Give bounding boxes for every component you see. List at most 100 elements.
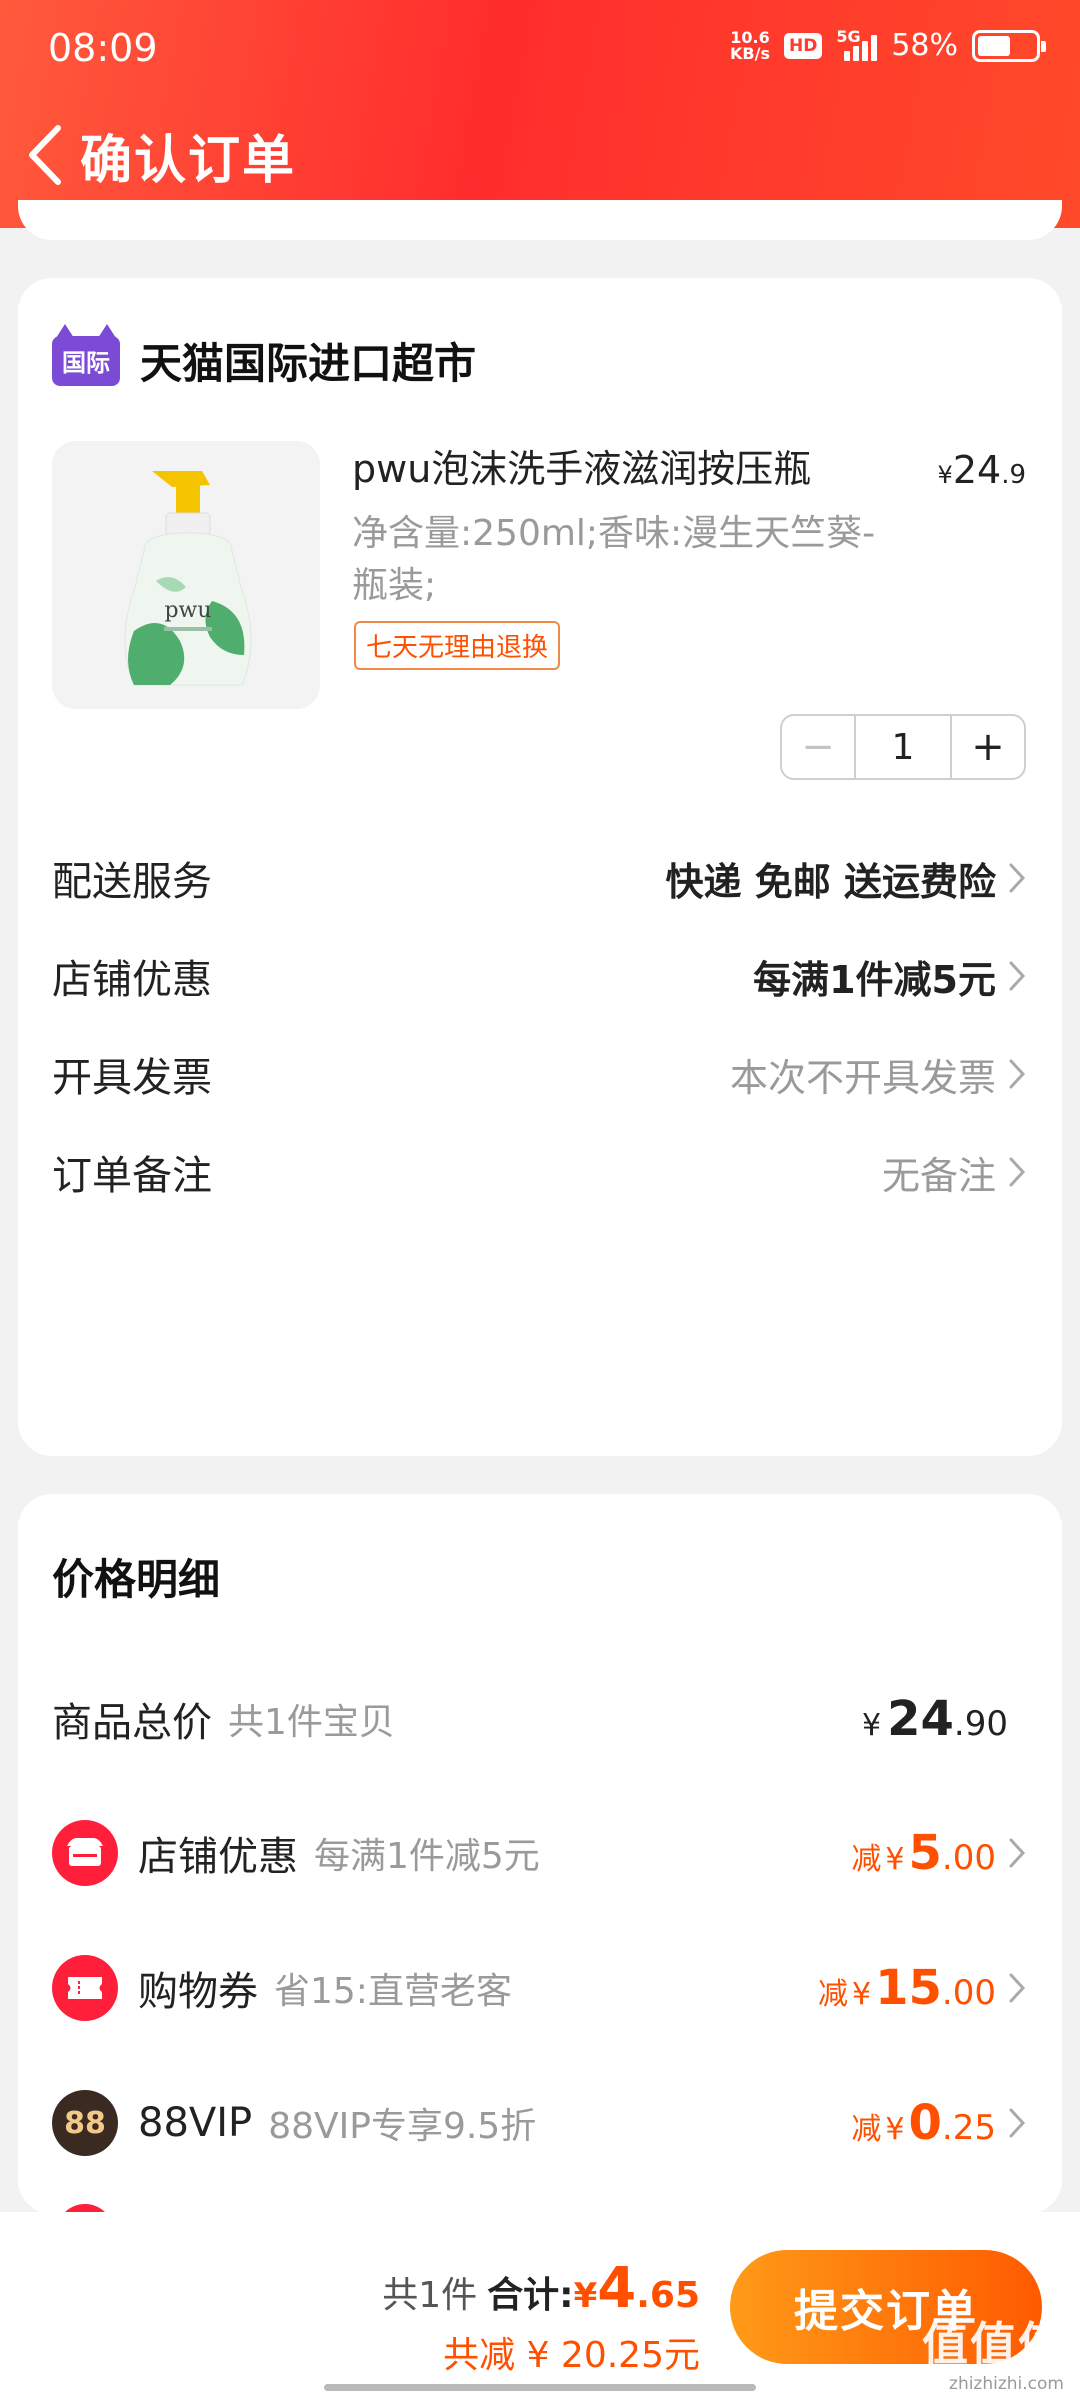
discount-currency: ¥: [885, 1842, 905, 1877]
vip-discount-amount: 减 ¥0.25: [851, 2095, 996, 2151]
order-note-label: 订单备注: [52, 1153, 212, 1199]
invoice-row[interactable]: 开具发票 本次不开具发票: [52, 1034, 1028, 1114]
quantity-stepper: − 1 +: [780, 714, 1026, 780]
tmall-global-logo-icon: 国际: [52, 323, 120, 386]
discount-prefix: 减: [818, 1977, 849, 2012]
nav-bar: 确认订单: [0, 110, 296, 200]
hd-icon: HD: [783, 32, 823, 59]
chevron-right-icon: [1009, 863, 1026, 893]
vip-discount-row[interactable]: 88 88VIP 88VIP专享9.5折 减 ¥0.25: [52, 2088, 1028, 2158]
coupon-amount: 减 ¥15.00: [818, 1960, 996, 2016]
chevron-right-icon: [1009, 2108, 1026, 2138]
total-decimal: .90: [953, 1704, 1008, 1744]
total-saved[interactable]: 共减 ¥ 20.25元: [443, 2326, 700, 2378]
sum-currency: ¥: [573, 2276, 598, 2316]
invoice-value: 本次不开具发票: [729, 1055, 996, 1100]
shop-name: 天猫国际进口超市: [140, 339, 477, 388]
status-bar: 08:09 10.6 KB/s HD 5G 58%: [0, 0, 1080, 100]
chevron-right-icon: [1009, 1838, 1026, 1868]
discount-decimal: .00: [941, 1973, 996, 2013]
sum-integer: 4: [597, 2256, 637, 2321]
page-title: 确认订单: [80, 130, 297, 191]
chevron-right-icon: [1009, 1973, 1026, 2003]
total-item-count: 共1件宝贝: [228, 1702, 395, 1743]
product-spec[interactable]: 净含量:250ml;香味:漫生天竺葵-瓶装;: [352, 508, 892, 612]
status-time: 08:09: [48, 26, 158, 70]
vip-88-icon: 88: [52, 2090, 118, 2156]
chevron-right-icon: [1009, 1059, 1026, 1089]
sum-decimal: .65: [636, 2275, 700, 2316]
shop-discount-icon: [52, 1820, 118, 1886]
price-integer: 24: [952, 448, 1002, 492]
sum-item-count: 共1件: [382, 2275, 478, 2316]
shop-discount-row[interactable]: 店铺优惠 每满1件减5元: [52, 936, 1028, 1016]
price-detail-card: 价格明细 商品总价 共1件宝贝 ¥24.90 店铺优惠 每满1件减5元 减 ¥5.…: [18, 1494, 1062, 2214]
total-currency: ¥: [862, 1708, 882, 1743]
sum-label: 合计:: [487, 2275, 574, 2316]
vip-label: 88VIP: [138, 2100, 253, 2146]
discount-decimal: .25: [941, 2108, 996, 2148]
discount-integer: 15: [875, 1960, 942, 2016]
invoice-label: 开具发票: [52, 1055, 212, 1101]
price-currency: ¥: [937, 461, 953, 489]
status-icons: 10.6 KB/s HD 5G 58%: [730, 27, 1046, 63]
signal-icon: 5G: [836, 27, 878, 61]
coupon-icon: [52, 1955, 118, 2021]
delivery-service-value: 快递 免邮 送运费险: [665, 859, 996, 904]
vip-sub: 88VIP专享9.5折: [268, 2106, 537, 2147]
price-decimal: .9: [1001, 460, 1026, 490]
discount-decimal: .00: [941, 1838, 996, 1878]
discount-currency: ¥: [852, 1977, 872, 2012]
total-price-row: 商品总价 共1件宝贝 ¥24.90: [52, 1684, 1028, 1754]
net-speed: 10.6 KB/s: [730, 29, 770, 63]
discount-integer: 5: [908, 1825, 942, 1881]
watermark-url: zhizhizhi.com: [949, 2374, 1064, 2394]
shop-discount-detail-row[interactable]: 店铺优惠 每满1件减5元 减 ¥5.00: [52, 1818, 1028, 1888]
watermark-text: 值值值: [922, 2317, 1066, 2371]
increase-quantity-button[interactable]: +: [952, 716, 1024, 778]
coupon-label: 购物券: [138, 1969, 258, 2015]
order-note-value: 无备注: [881, 1153, 996, 1198]
order-sum: 共1件 合计: ¥ 4 .65: [382, 2256, 700, 2321]
back-arrow-icon[interactable]: [14, 115, 74, 195]
delivery-service-label: 配送服务: [52, 859, 212, 905]
chevron-right-icon: [1009, 961, 1026, 991]
shop-discount-detail-label: 店铺优惠: [138, 1834, 298, 1880]
checkout-bar: 共1件 合计: ¥ 4 .65 共减 ¥ 20.25元 提交订单: [0, 2212, 1080, 2400]
shop-discount-detail-sub: 每满1件减5元: [314, 1836, 540, 1877]
product-image[interactable]: pwu: [52, 441, 320, 709]
battery-percent: 58%: [891, 28, 958, 63]
battery-fill: [978, 35, 1011, 56]
shop-discount-value: 每满1件减5元: [753, 957, 996, 1002]
total-price-label: 商品总价: [52, 1700, 212, 1746]
net-speed-unit: KB/s: [730, 43, 770, 63]
product-price: ¥24.9: [938, 448, 1026, 492]
discount-integer: 0: [908, 2095, 942, 2151]
discount-currency: ¥: [885, 2112, 905, 2147]
quantity-value[interactable]: 1: [854, 716, 952, 778]
battery-icon: [972, 29, 1046, 62]
decrease-quantity-button[interactable]: −: [782, 716, 854, 778]
bottle-brand-text: pwu: [164, 598, 211, 623]
order-note-row[interactable]: 订单备注 无备注: [52, 1132, 1028, 1212]
total-integer: 24: [887, 1691, 954, 1747]
shop-discount-amount: 减 ¥5.00: [851, 1825, 996, 1881]
discount-prefix: 减: [851, 1842, 882, 1877]
home-indicator[interactable]: [324, 2384, 756, 2391]
shop-logo-text: 国际: [62, 349, 110, 377]
shop-discount-label: 店铺优惠: [52, 957, 212, 1003]
price-detail-title: 价格明细: [52, 1555, 221, 1604]
discount-prefix: 减: [851, 2112, 882, 2147]
order-card: 国际 天猫国际进口超市 pwu pwu泡沫洗手液滋润按压瓶 ¥24.9 净含量:…: [18, 278, 1062, 1456]
product-title[interactable]: pwu泡沫洗手液滋润按压瓶: [352, 438, 811, 493]
network-type: 5G: [836, 26, 861, 46]
header: 08:09 10.6 KB/s HD 5G 58% 确认订单: [0, 0, 1080, 228]
coupon-sub: 省15:直营老客: [274, 1971, 512, 2012]
chevron-right-icon: [1009, 1157, 1026, 1187]
shop-header[interactable]: 国际 天猫国际进口超市: [52, 323, 477, 391]
coupon-row[interactable]: 购物券 省15:直营老客 减 ¥15.00: [52, 1953, 1028, 2023]
return-policy-badge: 七天无理由退换: [354, 621, 561, 670]
total-price-amount: ¥24.90: [862, 1691, 1008, 1747]
previous-card-edge: [18, 200, 1062, 240]
delivery-service-row[interactable]: 配送服务 快递 免邮 送运费险: [52, 838, 1028, 918]
